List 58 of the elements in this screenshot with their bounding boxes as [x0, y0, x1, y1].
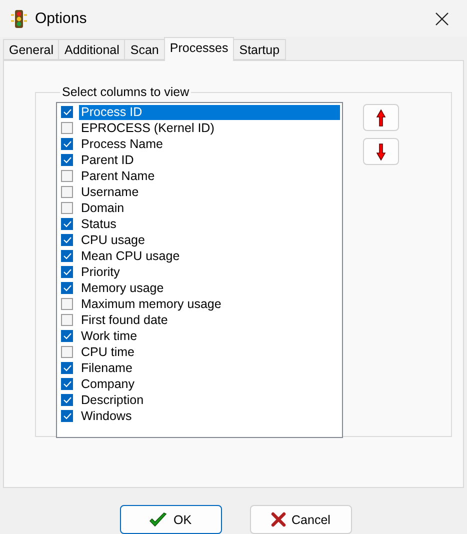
- checkbox[interactable]: [61, 378, 73, 390]
- list-item[interactable]: CPU time: [79, 344, 340, 360]
- list-item[interactable]: Memory usage: [79, 280, 340, 296]
- close-icon: [435, 12, 449, 26]
- checkbox[interactable]: [61, 394, 73, 406]
- move-down-button[interactable]: [363, 138, 399, 166]
- checkbox[interactable]: [61, 298, 73, 310]
- window-title: Options: [35, 10, 88, 28]
- column-list[interactable]: [56, 102, 343, 438]
- list-item[interactable]: CPU usage: [79, 232, 340, 248]
- list-item[interactable]: Filename: [79, 360, 340, 376]
- checkbox[interactable]: [61, 282, 73, 294]
- checkbox[interactable]: [61, 218, 73, 230]
- traffic-light-icon: [10, 8, 28, 29]
- list-item[interactable]: Parent ID: [79, 152, 340, 168]
- list-item[interactable]: Mean CPU usage: [79, 248, 340, 264]
- checkbox[interactable]: [61, 202, 73, 214]
- checkbox[interactable]: [61, 410, 73, 422]
- list-item[interactable]: Parent Name: [79, 168, 340, 184]
- list-item[interactable]: Maximum memory usage: [79, 296, 340, 312]
- list-item[interactable]: Windows: [79, 408, 340, 424]
- checkbox[interactable]: [61, 330, 73, 342]
- checkmark-icon: [149, 512, 168, 528]
- checkbox[interactable]: [61, 346, 73, 358]
- list-item[interactable]: Process ID: [79, 104, 340, 120]
- list-item[interactable]: Priority: [79, 264, 340, 280]
- checkbox[interactable]: [61, 314, 73, 326]
- checkbox[interactable]: [61, 170, 73, 182]
- checkbox[interactable]: [61, 106, 73, 118]
- tab[interactable]: Scan: [124, 39, 165, 60]
- checkbox[interactable]: [61, 122, 73, 134]
- checkbox[interactable]: [61, 250, 73, 262]
- list-item[interactable]: EPROCESS (Kernel ID): [79, 120, 340, 136]
- list-item[interactable]: Work time: [79, 328, 340, 344]
- checkbox[interactable]: [61, 186, 73, 198]
- cancel-button[interactable]: Cancel: [250, 505, 352, 534]
- list-item[interactable]: Description: [79, 392, 340, 408]
- tab[interactable]: General: [3, 39, 60, 60]
- group-title: Select columns to view: [61, 85, 190, 100]
- ok-button[interactable]: OK: [120, 505, 222, 534]
- list-item[interactable]: First found date: [79, 312, 340, 328]
- cross-icon: [270, 512, 286, 527]
- checkbox[interactable]: [61, 234, 73, 246]
- checkbox[interactable]: [61, 138, 73, 150]
- tab[interactable]: Processes: [164, 37, 234, 62]
- list-item[interactable]: Status: [79, 216, 340, 232]
- arrow-down-icon: [376, 142, 386, 161]
- tab[interactable]: Additional: [58, 39, 126, 60]
- list-item[interactable]: Process Name: [79, 136, 340, 152]
- tab[interactable]: Startup: [233, 39, 286, 60]
- list-item[interactable]: Username: [79, 184, 340, 200]
- arrow-up-icon: [376, 108, 386, 127]
- checkbox[interactable]: [61, 154, 73, 166]
- checkbox[interactable]: [61, 362, 73, 374]
- list-item[interactable]: Company: [79, 376, 340, 392]
- checkbox[interactable]: [61, 266, 73, 278]
- move-up-button[interactable]: [363, 104, 399, 132]
- list-item[interactable]: Domain: [79, 200, 340, 216]
